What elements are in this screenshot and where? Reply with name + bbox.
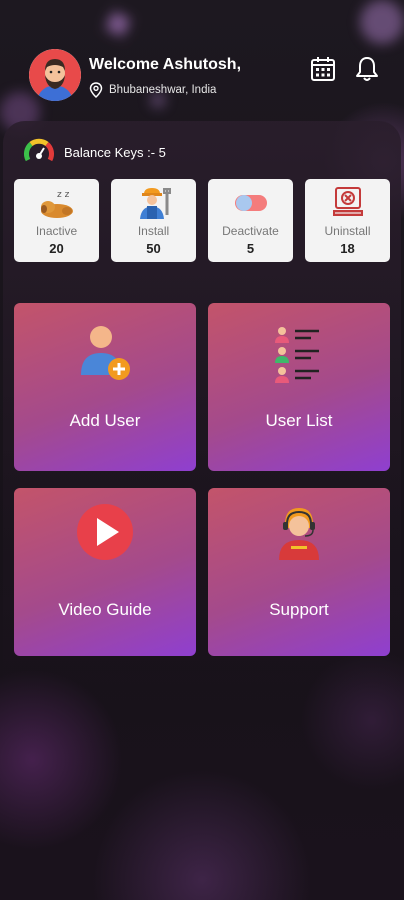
svg-text:z z: z z xyxy=(57,190,70,200)
calendar-icon[interactable] xyxy=(310,55,336,83)
bell-icon[interactable] xyxy=(354,55,380,83)
avatar[interactable] xyxy=(29,49,81,101)
balance-keys: Balance Keys :- 5 xyxy=(23,136,166,168)
user-list-tile[interactable]: User List xyxy=(208,303,390,471)
tile-label: Video Guide xyxy=(58,600,152,619)
balance-keys-label: Balance Keys :- 5 xyxy=(64,144,166,160)
tile-label: User List xyxy=(265,411,333,430)
support-tile[interactable]: Support xyxy=(208,488,390,656)
stat-label: Uninstall xyxy=(324,224,371,238)
location-text: Bhubaneshwar, India xyxy=(109,84,217,96)
app-header: Welcome Ashutosh, Bhubaneshwar, India xyxy=(0,0,404,120)
welcome-text: Welcome Ashutosh, xyxy=(89,56,242,73)
stat-install[interactable]: Install 50 xyxy=(111,179,196,262)
stat-inactive[interactable]: z z Inactive 20 xyxy=(14,179,99,262)
tile-label: Support xyxy=(269,600,329,619)
stat-uninstall[interactable]: Uninstall 18 xyxy=(305,179,390,262)
video-guide-tile[interactable]: Video Guide xyxy=(14,488,196,656)
stat-label: Install xyxy=(137,224,170,238)
worker-icon xyxy=(139,188,171,219)
location-pin-icon xyxy=(89,82,103,98)
tile-label: Add User xyxy=(69,411,141,430)
gauge-icon xyxy=(23,138,55,162)
stat-value: 20 xyxy=(49,241,64,256)
play-icon xyxy=(77,504,133,560)
user-list-icon xyxy=(275,327,319,383)
stat-value: 50 xyxy=(146,241,161,256)
toggle-off-icon xyxy=(234,195,267,211)
uninstall-icon xyxy=(332,187,363,216)
stat-value: 5 xyxy=(246,241,255,256)
stat-value: 18 xyxy=(340,241,355,256)
stat-deactivate[interactable]: Deactivate 5 xyxy=(208,179,293,262)
location: Bhubaneshwar, India xyxy=(89,82,216,98)
sleeping-dog-icon: z z xyxy=(40,190,73,218)
add-user-icon xyxy=(81,326,130,380)
support-agent-icon xyxy=(279,508,319,560)
add-user-tile[interactable]: Add User xyxy=(14,303,196,471)
stat-label: Inactive xyxy=(35,224,78,238)
stat-label: Deactivate xyxy=(222,224,279,238)
